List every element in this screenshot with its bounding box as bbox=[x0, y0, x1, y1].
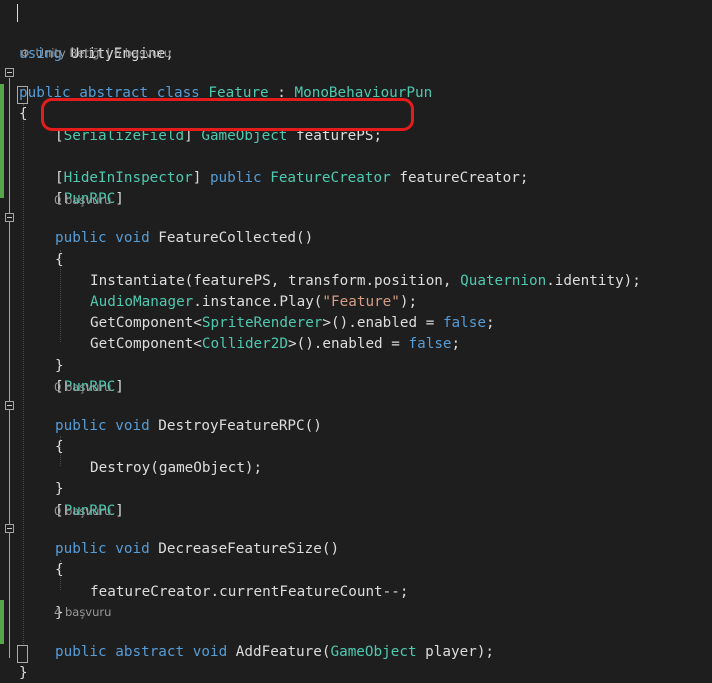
code-lens-label: 0 başvuru bbox=[54, 504, 112, 518]
code-line[interactable]: public void DecreaseFeatureSize() bbox=[0, 519, 712, 557]
code-line[interactable]: public abstract class Feature : MonoBeha… bbox=[0, 63, 712, 101]
code-line[interactable]: [HideInInspector] public FeatureCreator … bbox=[0, 148, 712, 186]
code-line[interactable]: GetComponent<SpriteRenderer>().enabled =… bbox=[0, 293, 712, 331]
code-line[interactable]: using UnityEngine; bbox=[0, 4, 712, 62]
code-lens-references[interactable]: 4 başvuru bbox=[54, 604, 111, 620]
code-line[interactable]: public void FeatureCollected() bbox=[0, 208, 712, 246]
code-line[interactable]: { bbox=[0, 540, 712, 578]
code-line[interactable]: Destroy(gameObject); bbox=[0, 438, 712, 476]
code-line[interactable]: [PunRPC] bbox=[0, 481, 712, 519]
code-line[interactable]: } bbox=[0, 583, 712, 621]
punct: ] bbox=[115, 379, 124, 395]
code-line[interactable]: public void DestroyFeatureRPC() bbox=[0, 396, 712, 434]
code-line[interactable]: Instantiate(featurePS, transform.positio… bbox=[0, 251, 712, 289]
code-editor[interactable]: { "editor": { "code_lens": { "unity_scri… bbox=[0, 0, 712, 681]
code-line[interactable]: [PunRPC] bbox=[0, 169, 712, 207]
unity-icon: ⚙ bbox=[20, 47, 30, 60]
punct: ] bbox=[115, 191, 124, 207]
code-line[interactable]: [PunRPC] bbox=[0, 357, 712, 395]
code-line[interactable]: { bbox=[0, 417, 712, 455]
code-line[interactable]: } bbox=[0, 336, 712, 374]
code-line[interactable]: } bbox=[0, 643, 712, 681]
code-lens-references[interactable]: ⚙ Unity Betiği | 6 başvuru bbox=[20, 45, 171, 61]
code-line[interactable]: } bbox=[0, 459, 712, 497]
code-lens-references[interactable]: 0 başvuru bbox=[54, 503, 111, 519]
code-lens-references[interactable]: 0 başvuru bbox=[54, 379, 111, 395]
brace: } bbox=[19, 665, 28, 681]
code-line[interactable]: featureCreator.currentFeatureCount--; bbox=[0, 562, 712, 600]
code-lens-references[interactable]: 0 başvuru bbox=[54, 192, 111, 208]
code-lens-label: 4 başvuru bbox=[54, 605, 112, 619]
code-lens-label: 0 başvuru bbox=[54, 380, 112, 394]
punct: ] bbox=[115, 503, 124, 519]
code-lens-label: 0 başvuru bbox=[54, 193, 112, 207]
code-line[interactable]: AudioManager.instance.Play("Feature"); bbox=[0, 272, 712, 310]
code-line[interactable]: { bbox=[0, 230, 712, 268]
code-lens-label: Unity Betiği | 6 başvuru bbox=[35, 46, 172, 60]
highlight-circle bbox=[41, 98, 414, 131]
text-cursor bbox=[17, 4, 18, 22]
code-line[interactable]: GetComponent<Collider2D>().enabled = fal… bbox=[0, 314, 712, 352]
code-line[interactable]: public abstract void AddFeature(GameObje… bbox=[0, 622, 712, 660]
